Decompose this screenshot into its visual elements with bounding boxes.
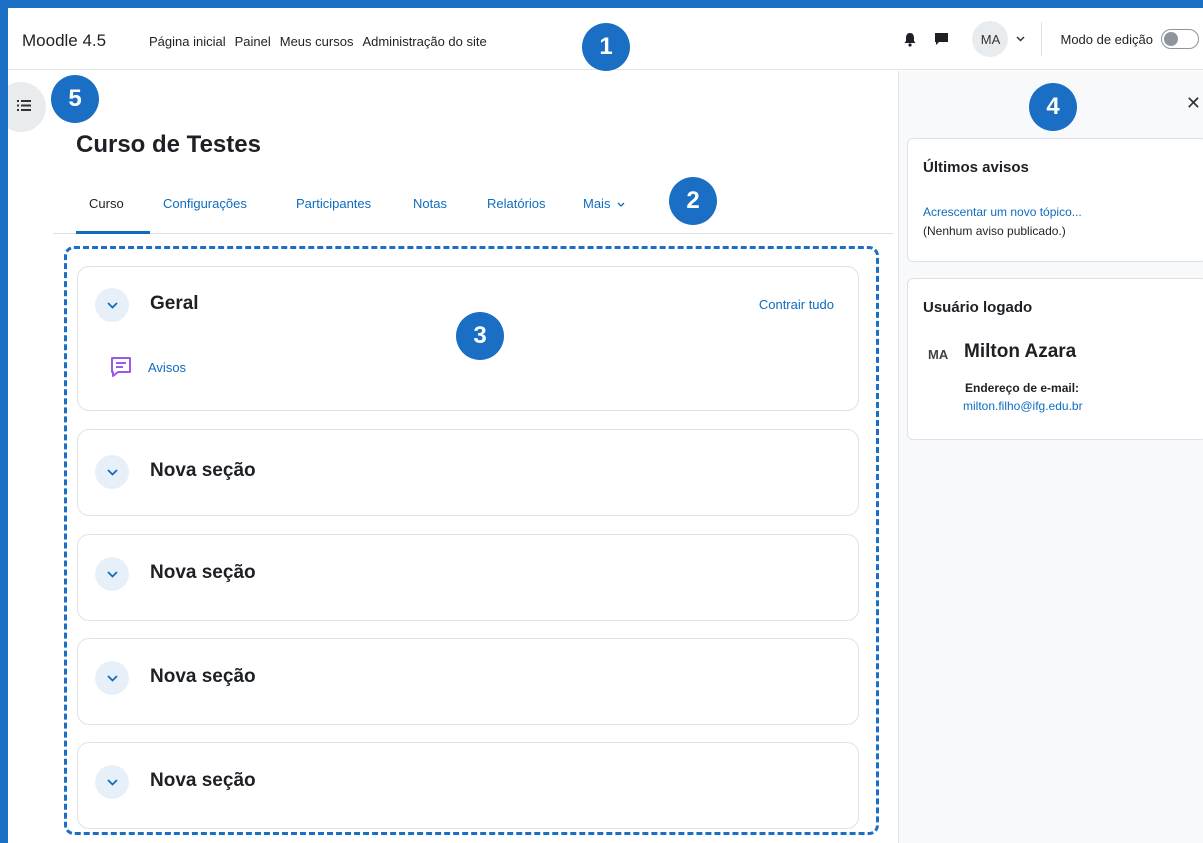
- page-title: Curso de Testes: [76, 131, 261, 158]
- user-full-name[interactable]: Milton Azara: [964, 341, 1076, 363]
- bell-icon[interactable]: [901, 30, 919, 48]
- block-logged-user: Usuário logado MA Milton Azara Endereço …: [907, 278, 1203, 440]
- block-latest-announcements: Últimos avisos Acrescentar um novo tópic…: [907, 138, 1203, 262]
- chevron-down-icon[interactable]: [95, 288, 129, 322]
- section-title[interactable]: Nova seção: [150, 460, 256, 482]
- section-title[interactable]: Geral: [150, 293, 199, 315]
- navbar-user-area: MA Modo de edição: [901, 21, 1203, 57]
- chevron-down-icon[interactable]: [1016, 34, 1026, 45]
- tab-more[interactable]: Mais: [583, 196, 625, 211]
- collapse-all-link[interactable]: Contrair tudo: [759, 297, 834, 312]
- chevron-down-icon[interactable]: [95, 455, 129, 489]
- message-icon[interactable]: [932, 30, 950, 48]
- no-announcements-text: (Nenhum aviso publicado.): [923, 224, 1066, 238]
- primary-navigation: Página inicial Painel Meus cursos Admini…: [149, 34, 487, 49]
- course-secondary-nav: Curso Configurações Participantes Notas …: [53, 186, 893, 234]
- course-section: Nova seção: [77, 534, 859, 621]
- close-icon[interactable]: ✕: [1186, 93, 1201, 114]
- block-title: Últimos avisos: [923, 159, 1029, 176]
- edit-mode-toggle[interactable]: [1161, 29, 1199, 49]
- callout-badge-3: 3: [456, 312, 504, 360]
- tab-course[interactable]: Curso: [89, 196, 124, 211]
- nav-link-site-admin[interactable]: Administração do site: [362, 34, 486, 49]
- nav-link-my-courses[interactable]: Meus cursos: [280, 34, 354, 49]
- chevron-down-icon[interactable]: [95, 765, 129, 799]
- chevron-down-icon: [617, 202, 625, 207]
- activity-link-avisos[interactable]: Avisos: [148, 360, 186, 375]
- tab-grades[interactable]: Notas: [413, 196, 447, 211]
- callout-badge-5: 5: [51, 75, 99, 123]
- add-new-topic-link[interactable]: Acrescentar um novo tópico...: [923, 205, 1082, 219]
- callout-badge-2: 2: [669, 177, 717, 225]
- callout-badge-4: 4: [1029, 83, 1077, 131]
- active-tab-indicator: [76, 231, 150, 234]
- callout-badge-1: 1: [582, 23, 630, 71]
- tab-participants[interactable]: Participantes: [296, 196, 371, 211]
- block-title: Usuário logado: [923, 299, 1033, 316]
- email-label: Endereço de e-mail:: [965, 381, 1080, 395]
- moodle-page: Moodle 4.5 Página inicial Painel Meus cu…: [8, 8, 1203, 843]
- chevron-down-icon[interactable]: [95, 557, 129, 591]
- section-title[interactable]: Nova seção: [150, 666, 256, 688]
- tab-settings[interactable]: Configurações: [163, 196, 247, 211]
- section-title[interactable]: Nova seção: [150, 562, 256, 584]
- course-section: Nova seção: [77, 742, 859, 829]
- edit-mode-label: Modo de edição: [1060, 31, 1153, 47]
- course-index-toggle[interactable]: [8, 82, 46, 132]
- site-brand[interactable]: Moodle 4.5: [22, 31, 106, 51]
- navbar-divider: [1041, 22, 1043, 56]
- user-avatar[interactable]: MA: [972, 21, 1009, 57]
- email-link[interactable]: milton.filho@ifg.edu.br: [963, 399, 1083, 413]
- tab-more-label: Mais: [583, 196, 611, 211]
- course-section: Nova seção: [77, 429, 859, 516]
- user-initials-avatar: MA: [928, 347, 949, 362]
- tab-reports[interactable]: Relatórios: [487, 196, 546, 211]
- list-icon: [17, 98, 31, 116]
- block-drawer: ✕ Últimos avisos Acrescentar um novo tóp…: [898, 71, 1203, 843]
- nav-link-dashboard[interactable]: Painel: [235, 34, 271, 49]
- section-title[interactable]: Nova seção: [150, 770, 256, 792]
- chevron-down-icon[interactable]: [95, 661, 129, 695]
- course-section: Nova seção: [77, 638, 859, 725]
- forum-icon: [109, 355, 133, 379]
- nav-link-home[interactable]: Página inicial: [149, 34, 226, 49]
